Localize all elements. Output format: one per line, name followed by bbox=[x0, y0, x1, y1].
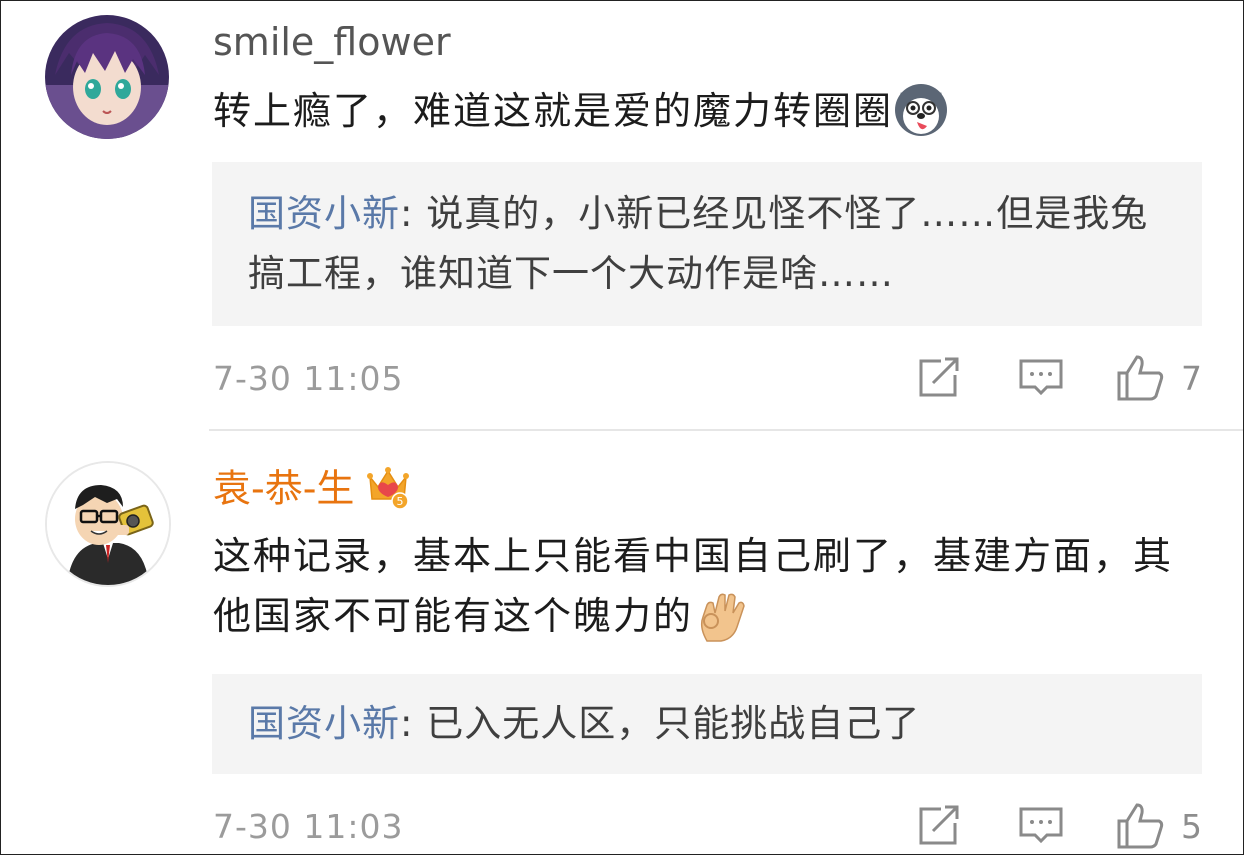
timestamp: 7-30 11:03 bbox=[213, 807, 404, 846]
reply-text: 已入无人区，只能挑战自己了 bbox=[413, 702, 921, 745]
thumbs-up-icon bbox=[1117, 803, 1164, 849]
reply-author[interactable]: 国资小新 bbox=[248, 192, 400, 235]
like-count: 7 bbox=[1181, 359, 1202, 398]
reply-box[interactable]: 国资小新: 已入无人区，只能挑战自己了 bbox=[212, 674, 1202, 774]
comment-footer: 7-30 11:03 5 bbox=[213, 801, 1203, 851]
username: 袁-恭-生 5 bbox=[213, 467, 410, 513]
comment-item: smile_flower 转上瘾了，难道这就是爱的魔力转圈圈 国资小新: 说真的… bbox=[1, 1, 1243, 429]
crown-level-5-icon: 5 bbox=[366, 465, 410, 510]
like-count: 5 bbox=[1181, 807, 1202, 846]
husky-dog-emoji-icon bbox=[893, 82, 949, 138]
like-button[interactable]: 7 bbox=[1115, 353, 1215, 401]
ok-hand-emoji-icon bbox=[693, 587, 749, 643]
reply-box[interactable]: 国资小新: 说真的，小新已经见怪不怪了……但是我兔搞工程，谁知道下一个大动作是啥… bbox=[212, 162, 1202, 326]
avatar[interactable] bbox=[45, 461, 171, 587]
comment-item: 袁-恭-生 5 这种记录，基本上只能看中国自己刷了，基建方面，其他国家不可能有这个… bbox=[1, 431, 1243, 854]
comment-text: 这种记录，基本上只能看中国自己刷了，基建方面，其他国家不可能有这个魄力的 bbox=[213, 526, 1193, 647]
username[interactable]: smile_flower bbox=[213, 23, 451, 61]
comment-body: 转上瘾了，难道这就是爱的魔力转圈圈 bbox=[213, 89, 894, 133]
username-text[interactable]: 袁-恭-生 bbox=[213, 467, 354, 511]
comment-list: smile_flower 转上瘾了，难道这就是爱的魔力转圈圈 国资小新: 说真的… bbox=[0, 0, 1244, 855]
comment-icon bbox=[1019, 359, 1063, 396]
thumbs-up-icon bbox=[1117, 355, 1164, 401]
comment-footer: 7-30 11:05 7 bbox=[213, 353, 1203, 403]
share-button[interactable] bbox=[915, 353, 963, 401]
like-button[interactable]: 5 bbox=[1115, 801, 1215, 849]
badge-level: 5 bbox=[397, 495, 404, 508]
timestamp: 7-30 11:05 bbox=[213, 359, 404, 398]
reply-separator: : bbox=[400, 192, 414, 235]
avatar[interactable] bbox=[45, 15, 169, 139]
reply-button[interactable] bbox=[1017, 801, 1065, 849]
share-icon bbox=[919, 805, 959, 845]
reply-author[interactable]: 国资小新 bbox=[248, 702, 400, 745]
reply-button[interactable] bbox=[1017, 353, 1065, 401]
share-button[interactable] bbox=[915, 801, 963, 849]
reply-separator: : bbox=[400, 702, 414, 745]
comment-icon bbox=[1019, 807, 1063, 844]
comment-text: 转上瘾了，难道这就是爱的魔力转圈圈 bbox=[213, 81, 1193, 142]
share-icon bbox=[919, 357, 959, 397]
